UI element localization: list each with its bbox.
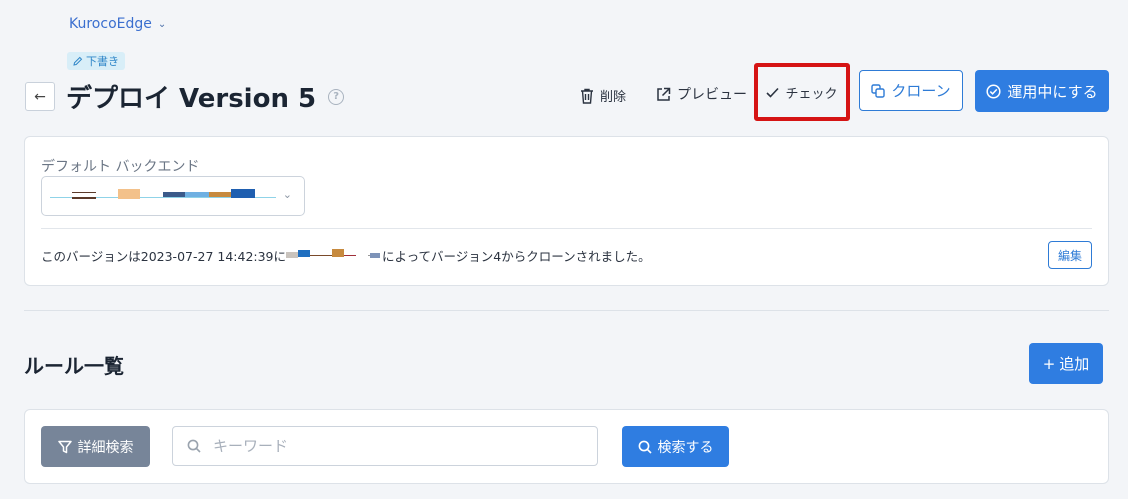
redacted-user-name (286, 248, 371, 263)
plus-icon: + (1042, 354, 1056, 373)
check-circle-icon (986, 83, 1001, 99)
divider (41, 228, 1092, 229)
status-badge-label: 下書き (86, 55, 119, 68)
status-badge: 下書き (67, 52, 125, 70)
advanced-search-button[interactable]: 詳細検索 (41, 426, 150, 467)
clone-label: クローン (891, 82, 951, 100)
external-link-icon (656, 87, 671, 102)
version-info-suffix: によってバージョン4からクローンされました。 (382, 249, 651, 264)
version-settings-card: デフォルト バックエンド ⌄ このバージョンは2023-07-27 14:42:… (24, 136, 1109, 286)
version-info-prefix: このバージョンは2023-07-27 14:42:39に (41, 249, 287, 264)
help-icon[interactable]: ? (328, 88, 345, 105)
org-name: KurocoEdge (69, 16, 152, 32)
copy-icon (871, 83, 886, 98)
add-label: 追加 (1059, 355, 1090, 373)
add-rule-button[interactable]: + 追加 (1029, 343, 1103, 384)
search-button-label: 検索する (657, 439, 714, 456)
section-divider (24, 310, 1109, 311)
check-icon (766, 87, 780, 98)
version-info: このバージョンは2023-07-27 14:42:39に によってバージョン4か… (41, 246, 651, 265)
backend-select[interactable]: ⌄ (41, 176, 305, 216)
backend-label: デフォルト バックエンド (41, 159, 200, 175)
advanced-search-label: 詳細検索 (77, 439, 134, 456)
trash-icon (580, 88, 594, 104)
clone-button[interactable]: クローン (859, 70, 963, 111)
chevron-down-icon: ⌄ (282, 188, 292, 201)
delete-button[interactable]: 削除 (580, 86, 626, 105)
search-button[interactable]: 検索する (622, 426, 729, 467)
preview-label: プレビュー (677, 87, 747, 103)
rules-title: ルール一覧 (24, 354, 124, 378)
chevron-down-icon: ⌄ (157, 18, 167, 30)
org-selector[interactable]: KurocoEdge ⌄ (69, 16, 166, 32)
search-icon (638, 440, 652, 454)
keyword-input[interactable] (213, 437, 573, 455)
activate-label: 運用中にする (1007, 82, 1098, 101)
back-button[interactable]: ← (25, 82, 55, 111)
page-title-row: デプロイ Version 5 ? (66, 78, 345, 115)
redacted-user-name-2 (370, 249, 382, 263)
check-label: チェック (785, 86, 838, 102)
page-title: デプロイ Version 5 (66, 84, 317, 114)
preview-button[interactable]: プレビュー (656, 84, 747, 104)
edit-button[interactable]: 編集 (1048, 241, 1092, 269)
keyword-search (172, 426, 598, 466)
rule-search-card: 詳細検索 検索する (24, 409, 1109, 484)
arrow-left-icon: ← (34, 88, 46, 105)
search-icon (187, 439, 201, 453)
activate-button[interactable]: 運用中にする (975, 70, 1109, 112)
delete-label: 削除 (600, 90, 627, 105)
check-button[interactable]: チェック (754, 63, 850, 121)
filter-icon (57, 440, 72, 454)
pencil-icon (73, 56, 83, 66)
